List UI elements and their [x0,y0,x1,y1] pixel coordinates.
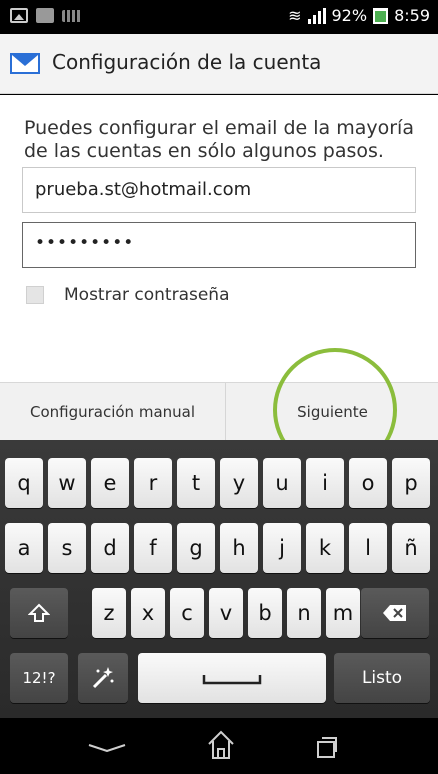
key-d[interactable]: d [91,523,129,573]
key-p[interactable]: p [392,458,430,508]
key-r[interactable]: r [134,458,172,508]
notification-icons [10,8,82,23]
mail-icon [10,53,40,74]
status-indicators: ≋ 92% 8:59 [288,6,430,25]
key-z[interactable]: z [92,588,126,638]
symbols-key[interactable]: 12!? [10,653,68,703]
shift-icon [28,603,50,622]
key-j[interactable]: j [263,523,301,573]
space-icon [202,675,262,685]
key-a[interactable]: a [5,523,43,573]
recent-apps-icon[interactable] [316,736,338,758]
key-k[interactable]: k [306,523,344,573]
intro-text: Puedes configurar el email de la mayoría… [24,117,414,162]
key-q[interactable]: q [5,458,43,508]
battery-icon [373,7,389,24]
magic-wand-icon [92,667,114,689]
key-f[interactable]: f [134,523,172,573]
key-i[interactable]: i [306,458,344,508]
key-s[interactable]: s [48,523,86,573]
signal-icon [307,7,326,24]
space-key[interactable] [138,653,326,703]
show-password-label: Mostrar contraseña [64,285,230,305]
next-button[interactable]: Siguiente [227,383,438,441]
key-b[interactable]: b [248,588,282,638]
key-o[interactable]: o [349,458,387,508]
wifi-icon: ≋ [288,6,302,25]
key-w[interactable]: w [48,458,86,508]
manual-setup-button[interactable]: Configuración manual [0,383,226,441]
status-bar: ≋ 92% 8:59 [0,0,438,34]
key-c[interactable]: c [170,588,204,638]
navigation-bar [0,718,438,774]
key-m[interactable]: m [326,588,360,638]
battery-percent: 92% [331,6,368,25]
key-x[interactable]: x [131,588,165,638]
key-g[interactable]: g [177,523,215,573]
screen: ≋ 92% 8:59 Configuración de la cuenta Pu… [0,0,438,774]
key-t[interactable]: t [177,458,215,508]
button-bar: Configuración manual Siguiente [0,382,438,441]
key-n[interactable]: n [287,588,321,638]
key-e[interactable]: e [91,458,129,508]
key-ñ[interactable]: ñ [392,523,430,573]
account-setup-form: Puedes configurar el email de la mayoría… [0,95,438,382]
show-password-row[interactable]: Mostrar contraseña [26,285,230,305]
backspace-key[interactable] [361,588,429,638]
password-field[interactable]: ••••••••• [22,222,416,268]
key-y[interactable]: y [220,458,258,508]
key-l[interactable]: l [349,523,387,573]
key-u[interactable]: u [263,458,301,508]
keyboard-notification-icon [62,9,82,22]
page-title: Configuración de la cuenta [52,50,322,74]
email-field[interactable]: prueba.st@hotmail.com [22,167,416,213]
magic-wand-key[interactable] [78,653,128,703]
home-icon[interactable] [207,730,235,760]
key-h[interactable]: h [220,523,258,573]
message-notification-icon [36,8,54,23]
back-icon[interactable] [88,744,126,752]
key-v[interactable]: v [209,588,243,638]
shift-key[interactable] [10,588,68,638]
backspace-icon [383,605,406,621]
action-bar: Configuración de la cuenta [0,34,438,94]
image-notification-icon [10,8,28,23]
keyboard: qwertyuiop asdfghjklñ zxcvbnm 12!? Listo [0,440,438,718]
done-key[interactable]: Listo [334,653,430,703]
show-password-checkbox[interactable] [26,286,44,304]
clock: 8:59 [394,6,430,25]
